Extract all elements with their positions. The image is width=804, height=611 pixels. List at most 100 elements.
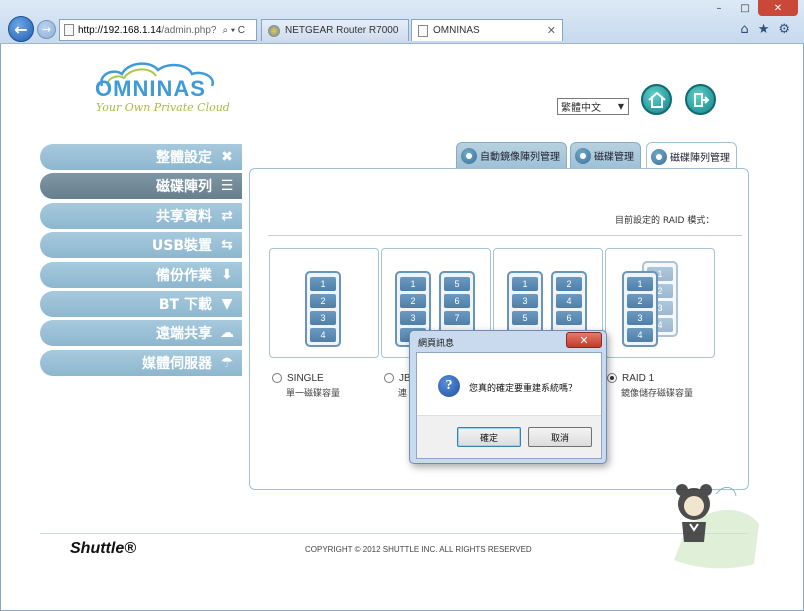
ie-icon — [268, 24, 280, 37]
disk-icon — [461, 147, 477, 164]
disk-block: 3 — [512, 294, 538, 308]
sidebar-item-label: USB裝置 — [151, 238, 212, 255]
disk-illustration: 1 2 3 4 — [305, 271, 341, 347]
dialog-close-button[interactable]: ✕ — [566, 332, 602, 348]
raid-option-name: RAID 1 — [622, 373, 655, 384]
divider — [268, 235, 742, 236]
gear-icon[interactable]: ⚙ — [778, 22, 790, 37]
chevron-down-icon: ▼ — [617, 102, 625, 111]
disk-stack-icon: ☰ — [220, 178, 234, 195]
address-bar[interactable]: http://192.168.1.14/admin.php? ⌕ ▾ C — [59, 19, 257, 41]
sidebar-item-system-settings[interactable]: 整體設定 ✖ — [40, 144, 242, 170]
share-arrows-icon: ⇄ — [221, 207, 233, 224]
cancel-button[interactable]: 取消 — [528, 427, 592, 447]
usb-icon: ⇆ — [221, 237, 233, 254]
forward-button[interactable]: → — [37, 20, 56, 39]
disk-block: 6 — [444, 294, 470, 308]
sidebar-item-disk-array[interactable]: 磁碟陣列 ☰ — [40, 173, 242, 200]
omninas-logo: OMNINAS Your Own Private Cloud — [92, 60, 230, 120]
address-path: /admin.php? — [161, 24, 217, 36]
tab-disk-management[interactable]: 磁碟管理 — [570, 142, 641, 168]
sidebar-item-remote-share[interactable]: 遠端共享 ☁ — [40, 320, 242, 347]
address-controls[interactable]: ⌕ ▾ C — [222, 25, 245, 36]
logo-brand: OMNINAS — [95, 76, 206, 101]
disk-block: 2 — [310, 294, 336, 308]
bt-download-icon: ▼ — [221, 295, 233, 312]
disk-icon — [651, 148, 667, 165]
maximize-button[interactable]: □ — [732, 0, 758, 16]
sidebar-menu: 整體設定 ✖ 磁碟陣列 ☰ 共享資料 ⇄ USB裝置 ⇆ 備份作業 ⬇ BT 下… — [40, 144, 242, 379]
tab-label: OMNINAS — [433, 25, 480, 36]
disk-block: 4 — [310, 328, 336, 342]
taiwan-bear-watermark — [664, 464, 764, 574]
question-icon: ? — [438, 375, 460, 397]
exit-icon — [693, 92, 709, 107]
tab-omninas[interactable]: OMNINAS ✕ — [411, 19, 563, 41]
raid-option-single[interactable]: SINGLE 單一磁碟容量 — [272, 373, 340, 399]
subtab-label: 磁碟管理 — [594, 152, 634, 163]
disk-block: 2 — [556, 277, 582, 291]
language-value: 繁體中文 — [561, 103, 601, 114]
ok-button[interactable]: 確定 — [457, 427, 521, 447]
sidebar-item-label: 共享資料 — [156, 208, 212, 225]
raid-mode-label: 目前設定的 RAID 模式： — [615, 216, 715, 226]
tab-raid-management[interactable]: 磁碟陣列管理 — [646, 142, 737, 170]
home-icon[interactable]: ⌂ — [740, 22, 748, 37]
bear-mascot-icon — [674, 484, 759, 569]
sidebar-item-label: 遠端共享 — [156, 326, 212, 343]
disk-icon — [575, 147, 591, 164]
sidebar-item-shared-data[interactable]: 共享資料 ⇄ — [40, 202, 242, 229]
radio-button[interactable] — [384, 373, 394, 383]
sidebar-item-usb[interactable]: USB裝置 ⇆ — [40, 232, 242, 259]
raid-card-raid1[interactable]: 1 2 3 4 1 2 3 4 — [605, 248, 715, 358]
page-icon — [418, 24, 428, 37]
sidebar-item-backup[interactable]: 備份作業 ⬇ — [40, 261, 242, 288]
sidebar-item-label: 媒體伺服器 — [142, 355, 212, 372]
sidebar-item-label: 整體設定 — [156, 150, 212, 166]
tab-label: NETGEAR Router R7000 — [285, 25, 399, 36]
backup-icon: ⬇ — [221, 266, 233, 283]
disk-block: 4 — [627, 328, 653, 342]
close-tab-icon[interactable]: ✕ — [547, 24, 556, 37]
tab-netgear[interactable]: NETGEAR Router R7000 — [261, 19, 409, 41]
tab-auto-mirror[interactable]: 自動鏡像陣列管理 — [456, 142, 567, 168]
favorites-star-icon[interactable]: ★ — [758, 22, 770, 37]
disk-block: 4 — [556, 294, 582, 308]
disk-block: 1 — [310, 277, 336, 291]
raid-option-desc: 單一磁碟容量 — [286, 389, 341, 399]
close-window-button[interactable]: ✕ — [758, 0, 798, 16]
sidebar-item-media-server[interactable]: 媒體伺服器 ☂ — [40, 349, 242, 376]
footer-divider — [40, 533, 748, 534]
address-host: http://192.168.1.14 — [78, 24, 162, 36]
radio-button-selected[interactable] — [607, 373, 617, 383]
browser-toolbar: – □ ✕ ← → http://192.168.1.14/admin.php?… — [0, 0, 804, 44]
tools-icon: ✖ — [221, 149, 233, 165]
sidebar-item-label: 備份作業 — [156, 267, 212, 284]
home-button[interactable] — [641, 84, 672, 115]
raid-option-name: SINGLE — [287, 373, 324, 384]
shuttle-logo: Shuttle® — [70, 540, 137, 557]
disk-block: 1 — [512, 277, 538, 291]
disk-illustration: 1 2 3 4 — [622, 271, 658, 347]
back-button[interactable]: ← — [8, 16, 34, 42]
sidebar-item-bt-download[interactable]: BT 下載 ▼ — [40, 290, 242, 317]
language-select[interactable]: 繁體中文 ▼ — [557, 98, 629, 115]
confirm-dialog: 網頁訊息 ✕ ? 您真的確定要重建系統嗎？ 確定 取消 — [409, 330, 607, 464]
minimize-button[interactable]: – — [706, 0, 732, 16]
media-server-icon: ☂ — [220, 354, 234, 371]
sidebar-item-label: BT 下載 — [158, 296, 212, 313]
disk-block: 3 — [310, 311, 336, 325]
logout-button[interactable] — [685, 84, 716, 115]
dialog-title: 網頁訊息 — [418, 339, 455, 349]
subtab-label: 自動鏡像陣列管理 — [480, 152, 560, 163]
disk-block: 3 — [400, 311, 426, 325]
radio-button[interactable] — [272, 373, 282, 383]
disk-block: 1 — [627, 277, 653, 291]
raid-option-raid1[interactable]: RAID 1 鏡像儲存磁碟容量 — [607, 373, 693, 399]
raid-card-single[interactable]: 1 2 3 4 — [269, 248, 379, 358]
dialog-body: ? 您真的確定要重建系統嗎？ 確定 取消 — [416, 352, 602, 459]
raid-option-jbod[interactable]: JB 連 — [384, 373, 411, 399]
copyright-text: COPYRIGHT © 2012 SHUTTLE INC. ALL RIGHTS… — [305, 545, 532, 554]
disk-block: 3 — [627, 311, 653, 325]
disk-block: 2 — [400, 294, 426, 308]
